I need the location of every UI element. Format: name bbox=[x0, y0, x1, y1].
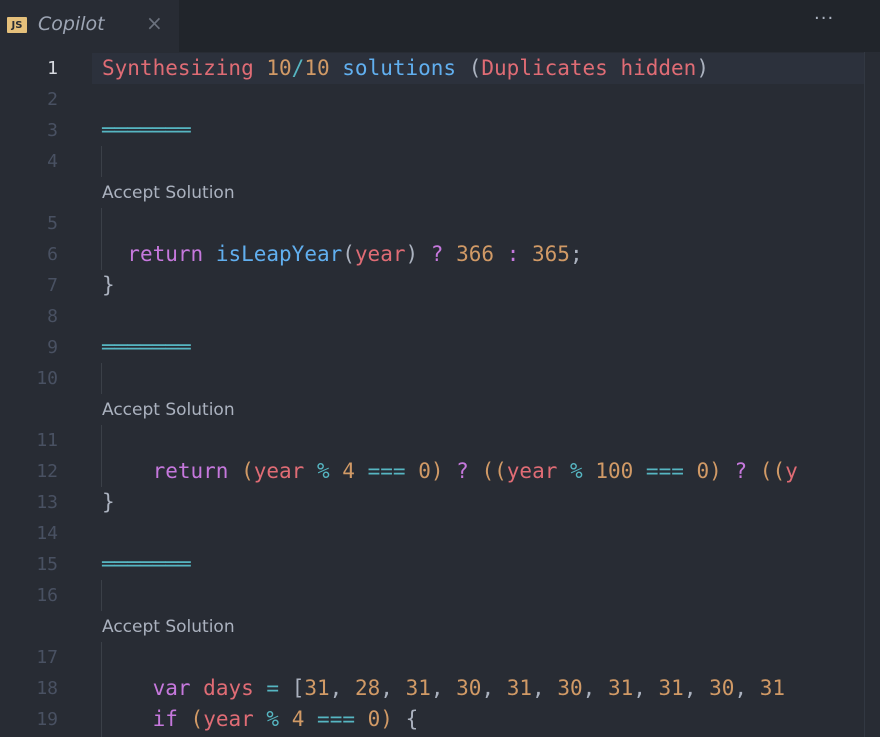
code-token: var bbox=[152, 676, 191, 700]
code-token: ) bbox=[430, 459, 444, 483]
code-token: ( bbox=[190, 707, 204, 731]
code-token: === bbox=[645, 459, 684, 483]
code-token: ) bbox=[405, 242, 419, 266]
code-token: 30 bbox=[456, 676, 482, 700]
code-token: 31 bbox=[607, 676, 634, 700]
solution-total: 10 bbox=[304, 56, 330, 80]
line-number: 7 bbox=[47, 275, 58, 296]
line-number: 16 bbox=[36, 585, 58, 606]
code-token: 31 bbox=[405, 676, 431, 700]
line-number: 19 bbox=[36, 709, 58, 730]
line-number: 14 bbox=[36, 523, 58, 544]
code-token: ; bbox=[569, 242, 583, 266]
code-token: ( bbox=[468, 56, 482, 80]
code-token: return bbox=[127, 242, 204, 266]
code-token: 30 bbox=[709, 676, 735, 700]
code-token: 0 bbox=[367, 707, 381, 731]
code-token: year bbox=[354, 242, 406, 266]
code-line-synthesis-status: Synthesizing 10/10 solutions (Duplicates… bbox=[102, 53, 709, 84]
code-token: days bbox=[203, 676, 254, 700]
code-line: } bbox=[102, 270, 115, 301]
code-token: isLeapYear bbox=[215, 242, 343, 266]
editor-content[interactable]: 1 2 3 4 5 6 7 8 9 10 11 12 13 14 15 16 1… bbox=[0, 0, 864, 737]
accept-solution-link-1[interactable]: Accept Solution bbox=[102, 183, 235, 203]
code-token: } bbox=[102, 490, 115, 514]
code-token: : bbox=[506, 242, 520, 266]
code-line: return (year % 4 === 0) ? ((year % 100 =… bbox=[102, 456, 798, 487]
line-number: 12 bbox=[36, 461, 58, 482]
code-token: } bbox=[102, 273, 115, 297]
code-token: % bbox=[266, 707, 280, 731]
line-number: 8 bbox=[47, 306, 58, 327]
line-number: 9 bbox=[47, 337, 58, 358]
code-token: [ bbox=[291, 676, 305, 700]
code-token: 100 bbox=[595, 459, 634, 483]
code-token: year bbox=[253, 459, 305, 483]
indent-guide bbox=[101, 363, 102, 394]
line-number: 2 bbox=[47, 89, 58, 110]
code-token: 31 bbox=[506, 676, 533, 700]
code-token: 31 bbox=[759, 676, 786, 700]
line-number: 13 bbox=[36, 492, 58, 513]
code-token: { bbox=[405, 707, 419, 731]
code-token: ( bbox=[342, 242, 355, 266]
solution-count: 10 bbox=[266, 56, 292, 80]
code-token: ) bbox=[696, 56, 709, 80]
line-number: 15 bbox=[36, 554, 58, 575]
code-token: y bbox=[785, 459, 798, 483]
line-number: 4 bbox=[47, 151, 58, 172]
code-line: var days = [31, 28, 31, 30, 31, 30, 31, … bbox=[152, 676, 786, 700]
code-token: 31 bbox=[304, 676, 330, 700]
code-token: ? bbox=[430, 242, 444, 266]
solution-separator: ═══════ bbox=[102, 335, 191, 359]
line-number: 18 bbox=[36, 678, 58, 699]
code-token: = bbox=[266, 676, 280, 700]
code-token: year bbox=[203, 707, 254, 731]
code-line: return isLeapYear(year) ? 366 : 365; bbox=[102, 239, 583, 270]
line-number: 10 bbox=[36, 368, 58, 389]
solution-separator: ═══════ bbox=[102, 552, 191, 576]
code-token: ) bbox=[380, 707, 393, 731]
code-token: % bbox=[570, 459, 583, 483]
code-token: % bbox=[316, 459, 330, 483]
code-token: solutions bbox=[342, 56, 457, 80]
code-token: return bbox=[152, 459, 229, 483]
accept-solution-link-3[interactable]: Accept Solution bbox=[102, 617, 235, 637]
code-token: 366 bbox=[456, 242, 495, 266]
code-token: 4 bbox=[291, 707, 305, 731]
code-token: 4 bbox=[342, 459, 355, 483]
accept-solution-link-2[interactable]: Accept Solution bbox=[102, 400, 235, 420]
code-token: 0 bbox=[696, 459, 710, 483]
indent-guide bbox=[101, 146, 102, 177]
code-token: ( bbox=[241, 459, 254, 483]
line-number: 6 bbox=[47, 244, 58, 265]
code-token: (( bbox=[481, 459, 507, 483]
code-token: Synthesizing bbox=[102, 56, 254, 80]
line-number: 3 bbox=[47, 120, 58, 141]
code-token: / bbox=[291, 56, 305, 80]
code-token: if bbox=[152, 707, 178, 731]
code-token: 0 bbox=[418, 459, 431, 483]
line-number: 17 bbox=[36, 647, 58, 668]
code-token: === bbox=[317, 707, 355, 731]
code-line: if (year % 4 === 0) { bbox=[102, 704, 419, 735]
solution-separator: ═══════ bbox=[102, 118, 191, 142]
line-number: 5 bbox=[47, 213, 58, 234]
code-token: (( bbox=[759, 459, 786, 483]
vertical-scrollbar[interactable] bbox=[864, 52, 880, 737]
code-token: ) bbox=[709, 459, 722, 483]
code-token: 31 bbox=[658, 676, 684, 700]
code-token: 30 bbox=[557, 676, 583, 700]
code-token: year bbox=[506, 459, 558, 483]
code-token: 365 bbox=[532, 242, 570, 266]
code-token: ? bbox=[456, 459, 469, 483]
line-number: 11 bbox=[36, 430, 58, 451]
indent-guide bbox=[101, 580, 102, 611]
line-number: 1 bbox=[47, 58, 58, 79]
code-token: ? bbox=[734, 459, 748, 483]
code-line: } bbox=[102, 487, 115, 518]
code-token: 28 bbox=[354, 676, 381, 700]
code-token: === bbox=[367, 459, 406, 483]
code-token: Duplicates hidden bbox=[481, 56, 697, 80]
